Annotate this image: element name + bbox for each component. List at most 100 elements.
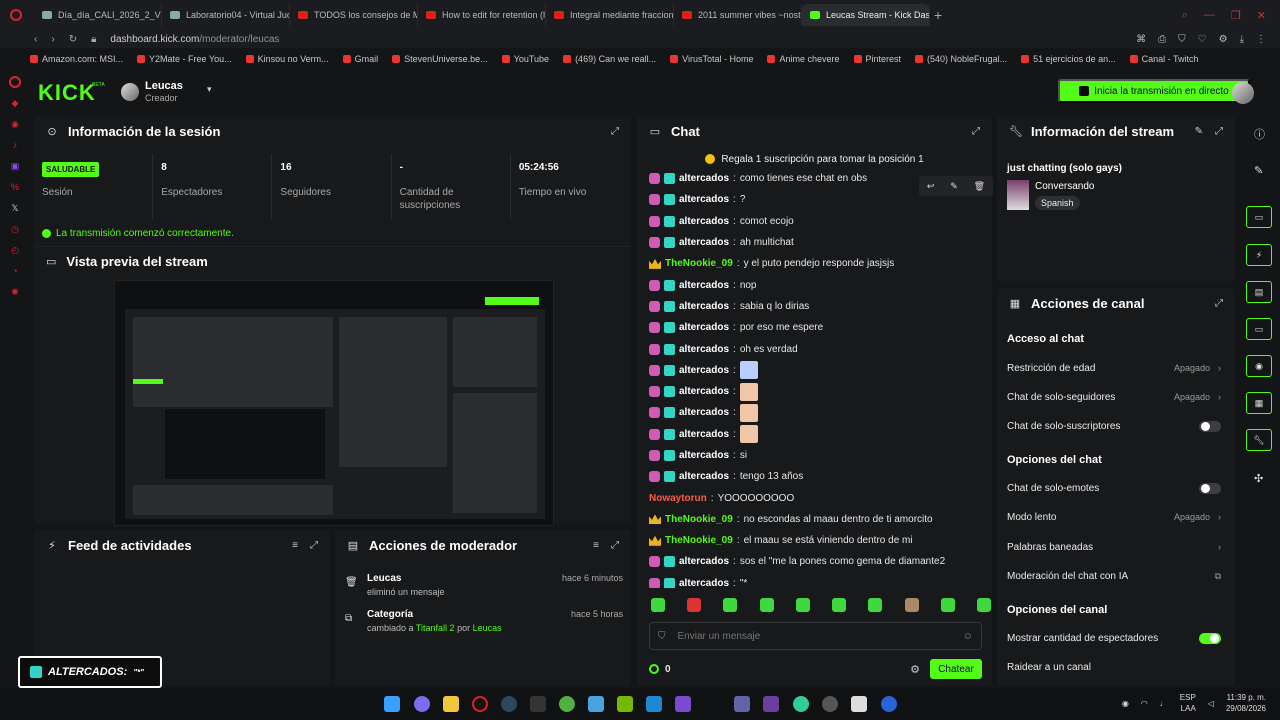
emote-icon[interactable] xyxy=(868,598,883,612)
gift-banner[interactable]: Regala 1 suscripción para tomar la posic… xyxy=(637,148,992,170)
snapshot-icon[interactable]: ⎙ xyxy=(1158,34,1166,45)
forward-icon[interactable]: › xyxy=(51,34,54,45)
edit-icon[interactable]: ✎ xyxy=(1195,126,1203,137)
bookmark-item[interactable]: Kinsou no Verm... xyxy=(245,54,329,64)
expand-icon[interactable]: ⤢ xyxy=(1215,298,1223,309)
obs-icon[interactable] xyxy=(822,696,838,712)
heart-icon[interactable]: ♡ xyxy=(1198,34,1207,45)
bookmark-item[interactable]: VirusTotal - Home xyxy=(670,54,753,64)
emote-icon[interactable] xyxy=(687,598,702,612)
mic-icon[interactable]: ♩ xyxy=(1160,699,1168,708)
avatar[interactable] xyxy=(121,83,139,101)
bookmark-item[interactable]: StevenUniverse.be... xyxy=(392,54,488,64)
percent-icon[interactable]: % xyxy=(9,181,21,193)
emote-icon[interactable] xyxy=(940,598,955,612)
clock-icon[interactable]: ◴ xyxy=(9,244,21,256)
minimize-button[interactable]: — xyxy=(1204,9,1215,22)
chat-message[interactable]: altercados: xyxy=(649,402,994,423)
extensions-icon[interactable]: ⚙ xyxy=(1219,34,1228,45)
discord-tray-icon[interactable]: ◉ xyxy=(1122,699,1129,708)
chat-username[interactable]: altercados xyxy=(679,429,729,440)
browser-tab[interactable]: Leucas Stream - Kick Dash xyxy=(802,4,930,26)
category-link[interactable]: Titanfall 2 xyxy=(416,623,455,633)
chat-message[interactable]: altercados: xyxy=(649,424,994,445)
bookmark-item[interactable]: Anime chevere xyxy=(767,54,840,64)
emoji-icon[interactable]: ☺ xyxy=(963,631,973,642)
chat-username[interactable]: altercados xyxy=(679,216,729,227)
messenger-icon[interactable]: ◉ xyxy=(9,118,21,130)
reload-icon[interactable]: ↻ xyxy=(69,34,77,45)
browser-tab[interactable]: 2011 summer vibes ~nosta xyxy=(674,4,802,26)
history-icon[interactable]: ◷ xyxy=(9,223,21,235)
browser-tab[interactable]: TODOS los consejos de M xyxy=(290,4,418,26)
bookmark-item[interactable]: (469) Can we reall... xyxy=(563,54,656,64)
followers-only-row[interactable]: Chat de solo-seguidores Apagado › xyxy=(1007,387,1221,407)
bookmark-icon[interactable]: ⌘ xyxy=(1136,34,1146,45)
browser-tab[interactable]: How to edit for retention (h xyxy=(418,4,546,26)
x-icon[interactable]: 𝕏 xyxy=(9,202,21,214)
app-icon[interactable] xyxy=(881,696,897,712)
download-icon[interactable]: ⤓ xyxy=(1240,34,1244,45)
chat-username[interactable]: TheNookie_09 xyxy=(665,258,733,269)
info-icon[interactable]: ⓘ xyxy=(1254,126,1265,142)
filter-icon[interactable]: ≡ xyxy=(292,540,298,551)
chat-message[interactable]: altercados: comot ecojo xyxy=(649,211,994,232)
emote-icon[interactable] xyxy=(832,598,847,612)
bookmark-item[interactable]: Y2Mate - Free You... xyxy=(137,54,232,64)
chat-message[interactable]: altercados: si xyxy=(649,445,994,466)
chat-username[interactable]: altercados xyxy=(679,237,729,248)
bookmark-item[interactable]: Amazon.com: MSI... xyxy=(30,54,123,64)
emote-icon[interactable] xyxy=(976,598,991,612)
chat-username[interactable]: altercados xyxy=(679,471,729,482)
chat-message[interactable]: altercados: xyxy=(649,381,994,402)
pin-icon[interactable]: ✎ xyxy=(950,181,958,192)
settings-icon[interactable]: ✺ xyxy=(9,286,21,298)
close-window-button[interactable]: ✕ xyxy=(1257,9,1266,22)
maximize-button[interactable]: ❐ xyxy=(1231,9,1241,22)
emote-icon[interactable] xyxy=(759,598,774,612)
chat-username[interactable]: altercados xyxy=(679,173,729,184)
expand-icon[interactable]: ⤢ xyxy=(972,126,980,137)
language-indicator[interactable]: ESP LAA xyxy=(1180,692,1196,714)
chat-username[interactable]: TheNookie_09 xyxy=(665,514,733,525)
aria-icon[interactable]: ◆ xyxy=(9,97,21,109)
delete-icon[interactable]: 🗑︎ xyxy=(974,181,985,192)
browser-tab[interactable]: Laboratorio04 - Virtual Jud xyxy=(162,4,290,26)
search-tabs-icon[interactable]: ⌕ xyxy=(1182,9,1188,22)
chat-username[interactable]: altercados xyxy=(679,301,729,312)
channel-points[interactable]: 0 xyxy=(649,664,671,675)
chat-username[interactable]: altercados xyxy=(679,407,729,418)
chat-username[interactable]: altercados xyxy=(679,578,729,588)
rail-mod-button[interactable]: ▤ xyxy=(1246,281,1272,303)
profile-avatar[interactable] xyxy=(1232,82,1254,104)
rail-preview-button[interactable]: ◉ xyxy=(1246,355,1272,377)
chat-message[interactable]: TheNookie_09: no escondas al maau dentro … xyxy=(649,509,994,530)
banned-words-row[interactable]: Palabras baneadas › xyxy=(1007,537,1221,557)
rail-session-button[interactable]: ▭ xyxy=(1246,206,1272,228)
chevron-down-icon[interactable]: ▾ xyxy=(207,84,212,95)
explorer-icon[interactable] xyxy=(443,696,459,712)
emotes-only-toggle[interactable] xyxy=(1199,482,1221,494)
new-tab-button[interactable]: + xyxy=(934,7,942,23)
app-icon[interactable] xyxy=(763,696,779,712)
subs-only-toggle[interactable] xyxy=(1199,420,1221,432)
app-icon[interactable] xyxy=(793,696,809,712)
back-icon[interactable]: ‹ xyxy=(34,34,37,45)
chat-message[interactable]: altercados: sabia q lo dirias xyxy=(649,296,994,317)
chat-input[interactable] xyxy=(677,630,951,642)
epic-icon[interactable] xyxy=(530,696,546,712)
chat-message[interactable]: Nowaytorun: YOOOOOOOOO xyxy=(649,487,994,508)
slow-mode-row[interactable]: Modo lento Apagado › xyxy=(1007,507,1221,527)
menu-icon[interactable]: ⋮ xyxy=(1256,34,1266,45)
chat-username[interactable]: altercados xyxy=(679,556,729,567)
stream-preview[interactable] xyxy=(114,280,554,526)
expand-icon[interactable]: ⤢ xyxy=(1215,126,1223,137)
show-viewers-toggle[interactable] xyxy=(1199,632,1221,644)
notepad-icon[interactable] xyxy=(851,696,867,712)
chat-message[interactable]: altercados: nop xyxy=(649,274,994,295)
browser-tab[interactable]: Integral mediante fraccion xyxy=(546,4,674,26)
visual-studio-icon[interactable] xyxy=(675,696,691,712)
rail-activity-button[interactable]: ⚡︎ xyxy=(1246,244,1272,266)
teams-icon[interactable] xyxy=(734,696,750,712)
bookmark-item[interactable]: Gmail xyxy=(342,54,378,64)
